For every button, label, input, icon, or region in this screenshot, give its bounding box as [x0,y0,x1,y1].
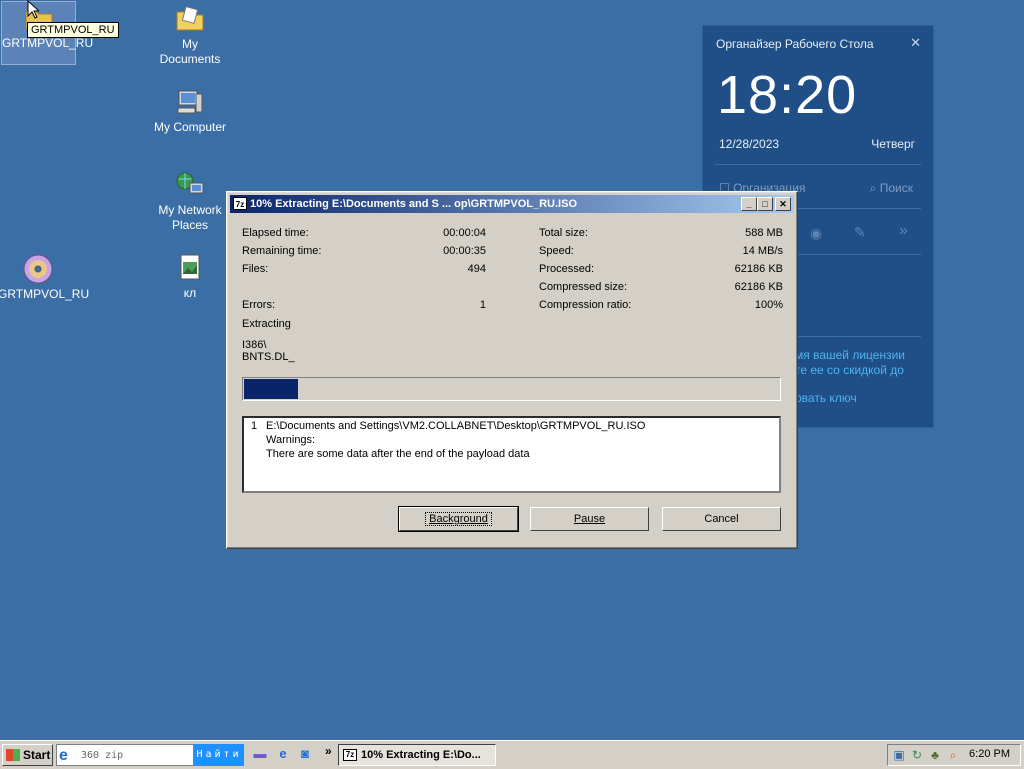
speed-label: Speed: [539,245,574,257]
search-tray-icon[interactable]: ⌕ [945,747,961,763]
windows-flag-icon [6,749,20,761]
messages-list[interactable]: 1 E:\Documents and Settings\VM2.COLLABNE… [242,416,781,493]
quicklaunch-chevron[interactable]: » [325,744,332,758]
desktop-icon-label: My Network Places [158,203,222,232]
total-size-value: 588 MB [745,227,783,239]
desktop-icon-kl[interactable]: кл [150,252,230,301]
progress-fill [244,379,298,399]
remaining-label: Remaining time: [242,245,322,257]
remaining-value: 00:00:35 [443,245,486,257]
address-text: 360 zip [81,750,124,761]
taskbar-item-extraction[interactable]: 7z 10% Extracting E:\Do... [338,744,496,766]
taskbar-item-label: 10% Extracting E:\Do... [361,749,481,761]
message-warnings-title: Warnings: [266,434,316,446]
compression-ratio-value: 100% [754,299,783,311]
taskbar: Start e 360 zip Найти ▬ e ◙ » 7z 10% Ext… [0,740,1024,769]
internet-explorer-icon: e [59,747,68,764]
pause-button[interactable]: Pause [530,507,649,531]
desktop-icon-my-computer[interactable]: My Computer [150,86,230,135]
files-label: Files: [242,263,269,275]
elapsed-value: 00:00:04 [443,227,486,239]
pause-button-label: Pause [573,513,606,525]
find-button[interactable]: Найти [194,744,244,766]
compressed-size-label: Compressed size: [539,281,628,293]
7zip-icon: 7z [233,197,247,210]
background-button-label: Background [425,512,492,526]
system-tray: ▣ ↻ ♣ ⌕ 6:20 PM [887,744,1021,766]
documents-folder-icon [176,6,204,31]
minimize-button[interactable]: _ [741,197,757,211]
eye-icon[interactable]: ◉ [810,225,822,242]
desktop-icon-label: кл [183,286,197,300]
errors-label: Errors: [242,299,275,311]
processed-label: Processed: [539,263,595,275]
network-places-icon [176,172,204,194]
processed-value: 62186 KB [734,263,783,275]
desktop-icon-label: My Computer [153,120,227,134]
compression-ratio-label: Compression ratio: [539,299,632,311]
maximize-button[interactable]: □ [757,197,773,211]
cancel-button-label: Cancel [704,513,739,525]
desktop-icon-label: GRTMPVOL_RU [0,287,90,301]
promo-line: овать ключ [795,391,857,405]
taskbar-clock[interactable]: 6:20 PM [969,748,1010,760]
quicklaunch-desktop-icon[interactable]: ▬ [252,746,268,762]
7zip-icon: 7z [343,749,357,761]
desktop-icon-label: My Documents [159,37,221,66]
widget-search-label: Поиск [879,181,913,195]
start-label: Start [23,748,51,762]
start-button[interactable]: Start [2,744,53,766]
cancel-button[interactable]: Cancel [662,507,781,531]
current-file: BNTS.DL_ [242,351,295,363]
mouse-cursor-icon [27,0,39,19]
promo-line: те ее со скидкой до [795,363,904,377]
errors-value: 1 [479,299,486,311]
desktop-icon-my-documents[interactable]: My Documents [150,3,230,67]
close-button[interactable]: ✕ [775,197,791,211]
app-tray-icon[interactable]: ♣ [927,747,943,763]
icon-tooltip: GRTMPVOL_RU [27,22,119,38]
widget-license-promo[interactable]: мя вашей лицензии те ее со скидкой до ов… [795,348,905,406]
widget-weekday: Четверг [871,137,915,151]
message-index: 1 [251,420,258,432]
cd-disc-icon [23,254,53,284]
search-icon: ⌕ [869,181,877,195]
desktop-icon-label: GRTMPVOL_RU [2,36,94,50]
speed-value: 14 MB/s [742,245,783,257]
widget-date: 12/28/2023 [719,137,780,151]
extraction-dialog: 7z 10% Extracting E:\Documents and S ...… [226,191,798,549]
widget-clock: 18:20 [717,65,858,125]
address-toolbar-input[interactable]: e 360 zip [56,744,194,766]
message-warning-text: There are some data after the end of the… [266,448,530,460]
dialog-title: 10% Extracting E:\Documents and S ... op… [250,198,577,210]
message-path: E:\Documents and Settings\VM2.COLLABNET\… [266,420,646,432]
background-button[interactable]: Background [398,506,519,532]
desktop-icon-grtmpvol-disc[interactable]: GRTMPVOL_RU [0,253,89,302]
extracting-label: Extracting [242,318,291,330]
current-directory: I386\ [242,339,267,351]
widget-title: Органайзер Рабочего Стола [716,37,874,51]
elapsed-label: Elapsed time: [242,227,309,239]
image-file-icon [180,254,200,280]
360-tray-icon[interactable]: ↻ [909,747,925,763]
widget-search-button[interactable]: ⌕ Поиск [870,181,913,196]
edit-icon[interactable]: ✎ [854,224,866,241]
quicklaunch-ie-icon[interactable]: e [275,746,291,762]
dialog-titlebar[interactable]: 7z 10% Extracting E:\Documents and S ...… [230,195,794,213]
desktop-icon-my-network-places[interactable]: My Network Places [150,169,230,233]
divider [715,164,921,165]
widget-close-icon[interactable]: ✕ [910,35,921,51]
forward-icon[interactable]: » [899,222,908,240]
computer-icon [177,90,203,114]
extraction-progress-bar [242,377,781,401]
network-tray-icon[interactable]: ▣ [891,747,907,763]
total-size-label: Total size: [539,227,588,239]
promo-line: мя вашей лицензии [795,348,905,362]
files-value: 494 [467,263,486,275]
compressed-size-value: 62186 KB [734,281,783,293]
quicklaunch-explorer-icon[interactable]: ◙ [297,746,313,762]
